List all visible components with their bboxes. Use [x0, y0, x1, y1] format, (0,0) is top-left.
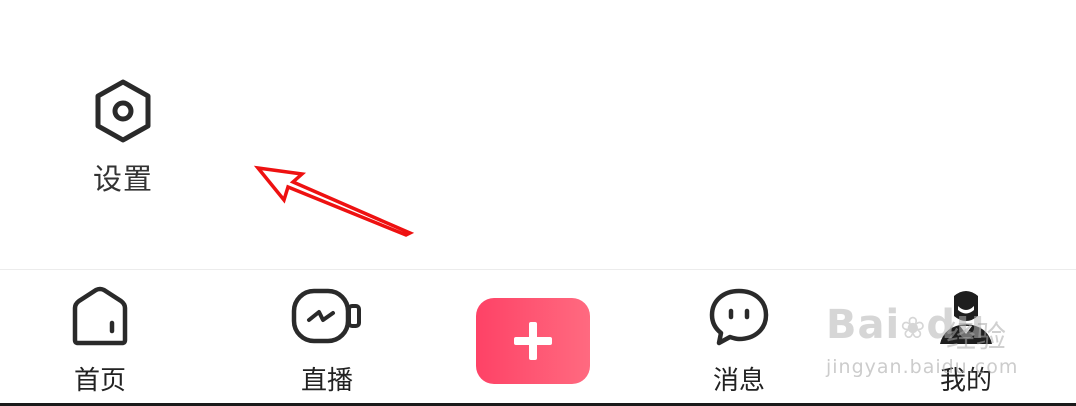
nav-label-home: 首页 — [73, 366, 126, 396]
nav-item-home[interactable]: 首页 — [30, 270, 170, 404]
hexagon-gear-icon — [95, 79, 151, 143]
live-camera-icon — [291, 288, 361, 344]
settings-label: 设置 — [92, 162, 153, 196]
add-button[interactable] — [476, 298, 590, 384]
nav-item-live[interactable]: 直播 — [257, 270, 397, 404]
message-bubble-icon — [709, 288, 769, 346]
nav-label-live: 直播 — [300, 366, 353, 396]
bottom-nav: 首页 直播 消息 我的 — [0, 270, 1076, 404]
app-screen: 设置 首页 直播 消息 我的 Bai❀du 经验 jingyan.baidu.c… — [0, 0, 1076, 406]
profile-avatar-icon — [940, 291, 992, 344]
nav-label-profile: 我的 — [939, 366, 992, 396]
nav-item-messages[interactable]: 消息 — [669, 270, 809, 404]
settings-button[interactable]: 设置 — [70, 74, 176, 204]
nav-item-profile[interactable]: 我的 — [896, 270, 1036, 404]
nav-label-messages: 消息 — [712, 366, 765, 396]
home-icon — [72, 286, 128, 346]
red-arrow-annotation — [253, 165, 415, 237]
